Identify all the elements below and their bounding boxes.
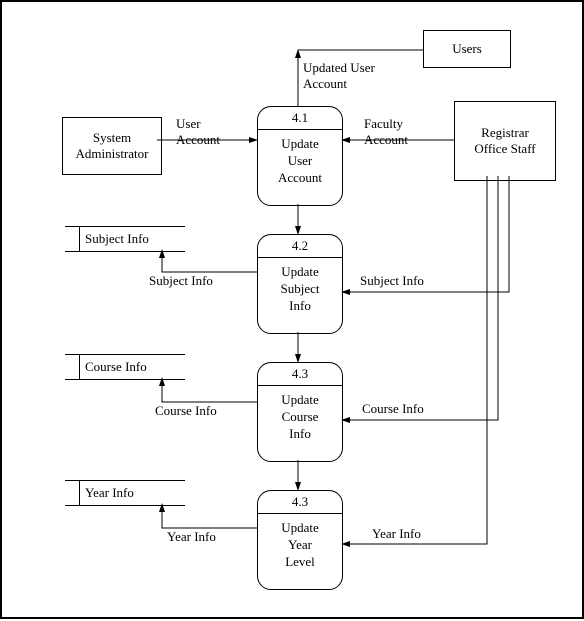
entity-label: Users [452,41,482,57]
process-number: 4.1 [258,107,342,130]
flow-year-out: Year Info [167,529,216,545]
store-label: Year Info [85,485,134,501]
store-course-info: Course Info [65,354,185,380]
process-label: Update User Account [258,130,342,193]
flow-updated-user: Updated User Account [303,60,375,92]
process-4-3: 4.3 Update Course Info [257,362,343,462]
flow-course-out: Course Info [155,403,217,419]
process-number: 4.3 [258,363,342,386]
flow-year-in: Year Info [372,526,421,542]
entity-registrar: Registrar Office Staff [454,101,556,181]
entity-label: System Administrator [76,130,149,161]
entity-users: Users [423,30,511,68]
process-number: 4.2 [258,235,342,258]
process-4-2: 4.2 Update Subject Info [257,234,343,334]
process-4-1: 4.1 Update User Account [257,106,343,206]
dfd-diagram: { "entities": { "sysadmin": "System\nAdm… [0,0,584,619]
process-number: 4.3 [258,491,342,514]
store-subject-info: Subject Info [65,226,185,252]
flow-subject-out: Subject Info [149,273,213,289]
process-label: Update Subject Info [258,258,342,321]
process-label: Update Year Level [258,514,342,577]
flow-course-in: Course Info [362,401,424,417]
flow-subject-in: Subject Info [360,273,424,289]
store-year-info: Year Info [65,480,185,506]
store-label: Subject Info [85,231,149,247]
flow-faculty-account: Faculty Account [364,116,408,148]
process-4-3b: 4.3 Update Year Level [257,490,343,590]
process-label: Update Course Info [258,386,342,449]
entity-label: Registrar Office Staff [474,125,535,156]
store-label: Course Info [85,359,147,375]
entity-sysadmin: System Administrator [62,117,162,175]
flow-user-account: User Account [176,116,220,148]
